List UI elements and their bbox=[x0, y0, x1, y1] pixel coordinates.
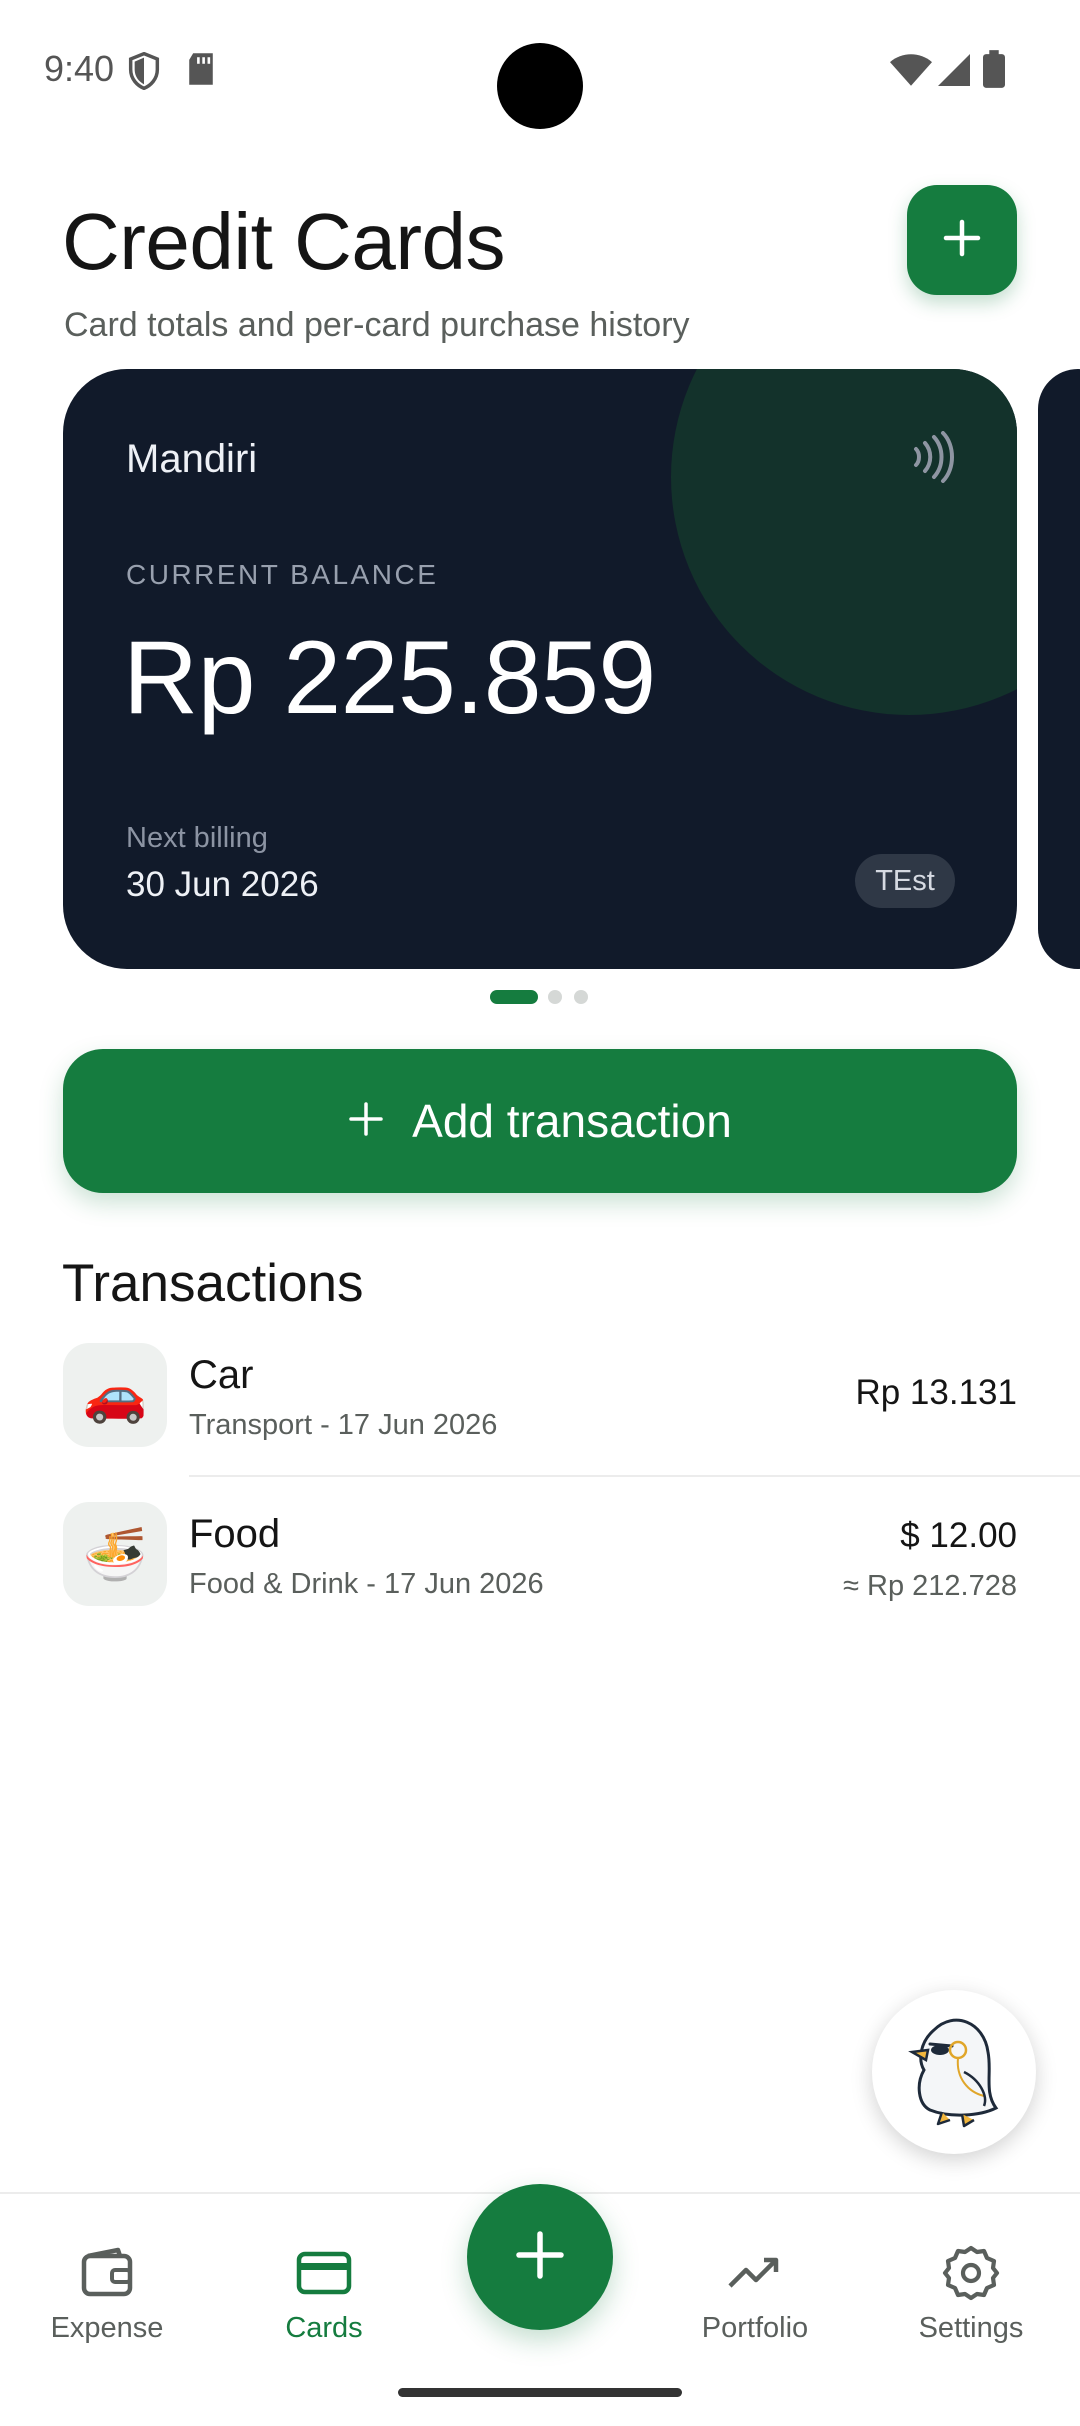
plus-icon bbox=[942, 218, 982, 263]
signal-icon bbox=[938, 54, 970, 91]
transaction-meta: Transport - 17 Jun 2026 bbox=[189, 1409, 498, 1441]
plus-icon bbox=[348, 1101, 384, 1142]
page-subtitle: Card totals and per-card purchase histor… bbox=[64, 306, 690, 344]
bird-mascot-icon bbox=[884, 2000, 1024, 2145]
transaction-row[interactable]: 🚗 Car Transport - 17 Jun 2026 Rp 13.131 bbox=[0, 1343, 1080, 1501]
next-card-peek[interactable] bbox=[1038, 369, 1080, 969]
transaction-meta: Food & Drink - 17 Jun 2026 bbox=[189, 1568, 544, 1600]
camera-cutout bbox=[497, 43, 583, 129]
pager-dot bbox=[548, 990, 562, 1004]
contactless-icon bbox=[908, 431, 954, 488]
transaction-amount: $ 12.00 bbox=[900, 1516, 1017, 1555]
quick-add-button[interactable] bbox=[467, 2184, 613, 2330]
wallet-icon bbox=[81, 2247, 133, 2297]
transaction-row[interactable]: 🍜 Food Food & Drink - 17 Jun 2026 $ 12.0… bbox=[0, 1502, 1080, 1660]
transaction-name: Food bbox=[189, 1512, 281, 1556]
card-bank-name: Mandiri bbox=[126, 437, 258, 481]
balance-value: Rp 225.859 bbox=[123, 620, 656, 736]
transactions-title: Transactions bbox=[62, 1254, 364, 1313]
home-indicator[interactable] bbox=[398, 2388, 682, 2397]
assistant-button[interactable] bbox=[872, 1990, 1036, 2154]
divider bbox=[189, 1475, 1080, 1477]
status-bar: 9:40 bbox=[0, 0, 1080, 140]
nav-item-expense[interactable]: Expense bbox=[17, 2244, 197, 2345]
nav-label: Expense bbox=[50, 2312, 164, 2344]
wifi-icon bbox=[890, 54, 932, 91]
pager-dot-active bbox=[490, 990, 538, 1004]
billing-label: Next billing bbox=[126, 822, 268, 854]
balance-label: CURRENT BALANCE bbox=[126, 559, 439, 590]
card-decoration bbox=[671, 369, 1017, 715]
sd-card-icon bbox=[186, 52, 216, 91]
trending-up-icon bbox=[728, 2257, 779, 2288]
card-tag: TEst bbox=[855, 854, 955, 908]
transaction-converted-amount: ≈ Rp 212.728 bbox=[843, 1570, 1017, 1602]
pager-dot bbox=[574, 990, 588, 1004]
add-transaction-label: Add transaction bbox=[412, 1095, 732, 1147]
noodle-bowl-icon: 🍜 bbox=[63, 1502, 167, 1606]
status-time: 9:40 bbox=[44, 48, 115, 89]
nav-label: Portfolio bbox=[701, 2312, 809, 2344]
add-card-button[interactable] bbox=[907, 185, 1017, 295]
transaction-amount: Rp 13.131 bbox=[855, 1373, 1017, 1412]
nav-item-portfolio[interactable]: Portfolio bbox=[665, 2244, 845, 2345]
nav-item-settings[interactable]: Settings bbox=[881, 2244, 1061, 2345]
nav-label: Settings bbox=[918, 2312, 1024, 2344]
page-title: Credit Cards bbox=[62, 197, 506, 286]
card-pager bbox=[0, 990, 1080, 1004]
battery-icon bbox=[983, 50, 1005, 93]
credit-card-icon bbox=[296, 2251, 352, 2295]
credit-card[interactable]: Mandiri CURRENT BALANCE Rp 225.859 Next … bbox=[63, 369, 1017, 969]
billing-date: 30 Jun 2026 bbox=[126, 865, 319, 904]
add-transaction-button[interactable]: Add transaction bbox=[63, 1049, 1017, 1193]
gear-icon bbox=[942, 2245, 1000, 2301]
shield-icon bbox=[128, 51, 160, 95]
transaction-name: Car bbox=[189, 1353, 254, 1397]
plus-icon bbox=[514, 2229, 566, 2286]
nav-item-cards[interactable]: Cards bbox=[234, 2244, 414, 2345]
nav-label: Cards bbox=[285, 2312, 363, 2344]
car-icon: 🚗 bbox=[63, 1343, 167, 1447]
